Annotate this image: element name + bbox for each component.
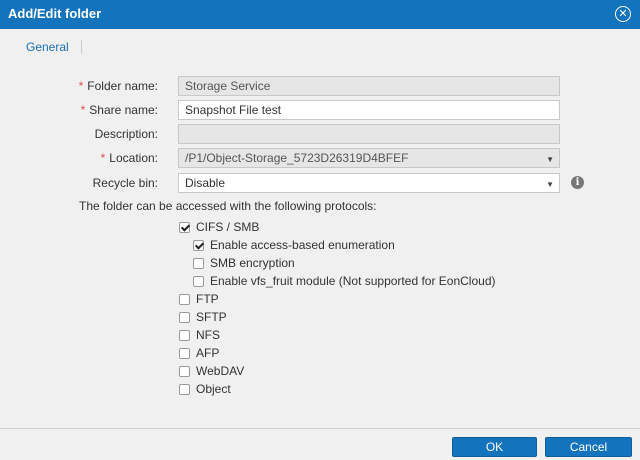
- afp-checkbox[interactable]: AFP: [179, 345, 219, 361]
- share-name-field[interactable]: Snapshot File test: [178, 100, 560, 120]
- checkbox-label: NFS: [196, 328, 220, 342]
- chevron-down-icon: ▼: [546, 180, 554, 189]
- sftp-checkbox[interactable]: SFTP: [179, 309, 227, 325]
- share-name-row: * Share name: Snapshot File test: [0, 100, 640, 120]
- checkbox-box[interactable]: [179, 383, 190, 395]
- location-value: /P1/Object-Storage_5723D26319D4BFEF: [185, 151, 409, 165]
- checkbox-label: Enable vfs_fruit module (Not supported f…: [210, 274, 496, 288]
- checkbox-label: Object: [196, 382, 231, 396]
- checkbox-label: SFTP: [196, 310, 227, 324]
- checkbox-box[interactable]: [179, 293, 190, 305]
- recycle-bin-row: Recycle bin: Disable ▼ i: [0, 173, 640, 193]
- tab-general[interactable]: General: [26, 40, 82, 54]
- smb-encryption-checkbox[interactable]: SMB encryption: [193, 255, 295, 271]
- description-label: Description:: [94, 127, 158, 141]
- chevron-down-icon: ▼: [546, 155, 554, 164]
- location-select: /P1/Object-Storage_5723D26319D4BFEF ▼: [178, 148, 560, 168]
- dialog-footer: [0, 428, 640, 460]
- protocols-title: The folder can be accessed with the foll…: [79, 199, 377, 213]
- info-icon[interactable]: i: [571, 176, 584, 189]
- ftp-checkbox[interactable]: FTP: [179, 291, 219, 307]
- checkbox-label: AFP: [196, 346, 220, 360]
- checkbox-box[interactable]: [193, 239, 204, 251]
- folder-name-field: Storage Service: [178, 76, 560, 96]
- checkbox-label: Enable access-based enumeration: [210, 238, 395, 252]
- close-icon[interactable]: ✕: [615, 6, 631, 22]
- checkbox-label: CIFS / SMB: [196, 220, 260, 234]
- folder-name-label: * Folder name:: [78, 79, 158, 93]
- checkbox-box[interactable]: [179, 329, 190, 341]
- recycle-bin-value: Disable: [185, 176, 226, 190]
- checkbox-label: SMB encryption: [210, 256, 295, 270]
- share-name-label: * Share name:: [80, 103, 158, 117]
- cancel-button[interactable]: Cancel: [545, 437, 632, 457]
- checkbox-box[interactable]: [179, 311, 190, 323]
- location-row: * Location: /P1/Object-Storage_5723D26319…: [0, 148, 640, 168]
- dialog-title: Add/Edit folder: [8, 6, 102, 21]
- description-field: [178, 124, 560, 144]
- ok-button[interactable]: OK: [452, 437, 537, 457]
- dialog-titlebar: Add/Edit folder ✕: [0, 0, 640, 29]
- folder-name-row: * Folder name: Storage Service: [0, 76, 640, 96]
- checkbox-box[interactable]: [193, 257, 204, 269]
- recycle-bin-label: Recycle bin:: [92, 176, 158, 190]
- object-checkbox[interactable]: Object: [179, 381, 231, 397]
- webdav-checkbox[interactable]: WebDAV: [179, 363, 244, 379]
- checkbox-box[interactable]: [179, 347, 190, 359]
- description-row: Description:: [0, 124, 640, 144]
- vfs-fruit-checkbox[interactable]: Enable vfs_fruit module (Not supported f…: [193, 273, 496, 289]
- nfs-checkbox[interactable]: NFS: [179, 327, 220, 343]
- checkbox-label: FTP: [196, 292, 219, 306]
- recycle-bin-select[interactable]: Disable ▼: [178, 173, 560, 193]
- checkbox-box[interactable]: [193, 275, 204, 287]
- access-based-enumeration-checkbox[interactable]: Enable access-based enumeration: [193, 237, 395, 253]
- required-mark: *: [78, 79, 84, 93]
- required-mark: *: [80, 103, 86, 117]
- checkbox-box[interactable]: [179, 221, 190, 233]
- location-label: * Location:: [100, 151, 158, 165]
- required-mark: *: [100, 151, 106, 165]
- checkbox-label: WebDAV: [196, 364, 245, 378]
- cifs-smb-checkbox[interactable]: CIFS / SMB: [179, 219, 259, 235]
- checkbox-box[interactable]: [179, 365, 190, 377]
